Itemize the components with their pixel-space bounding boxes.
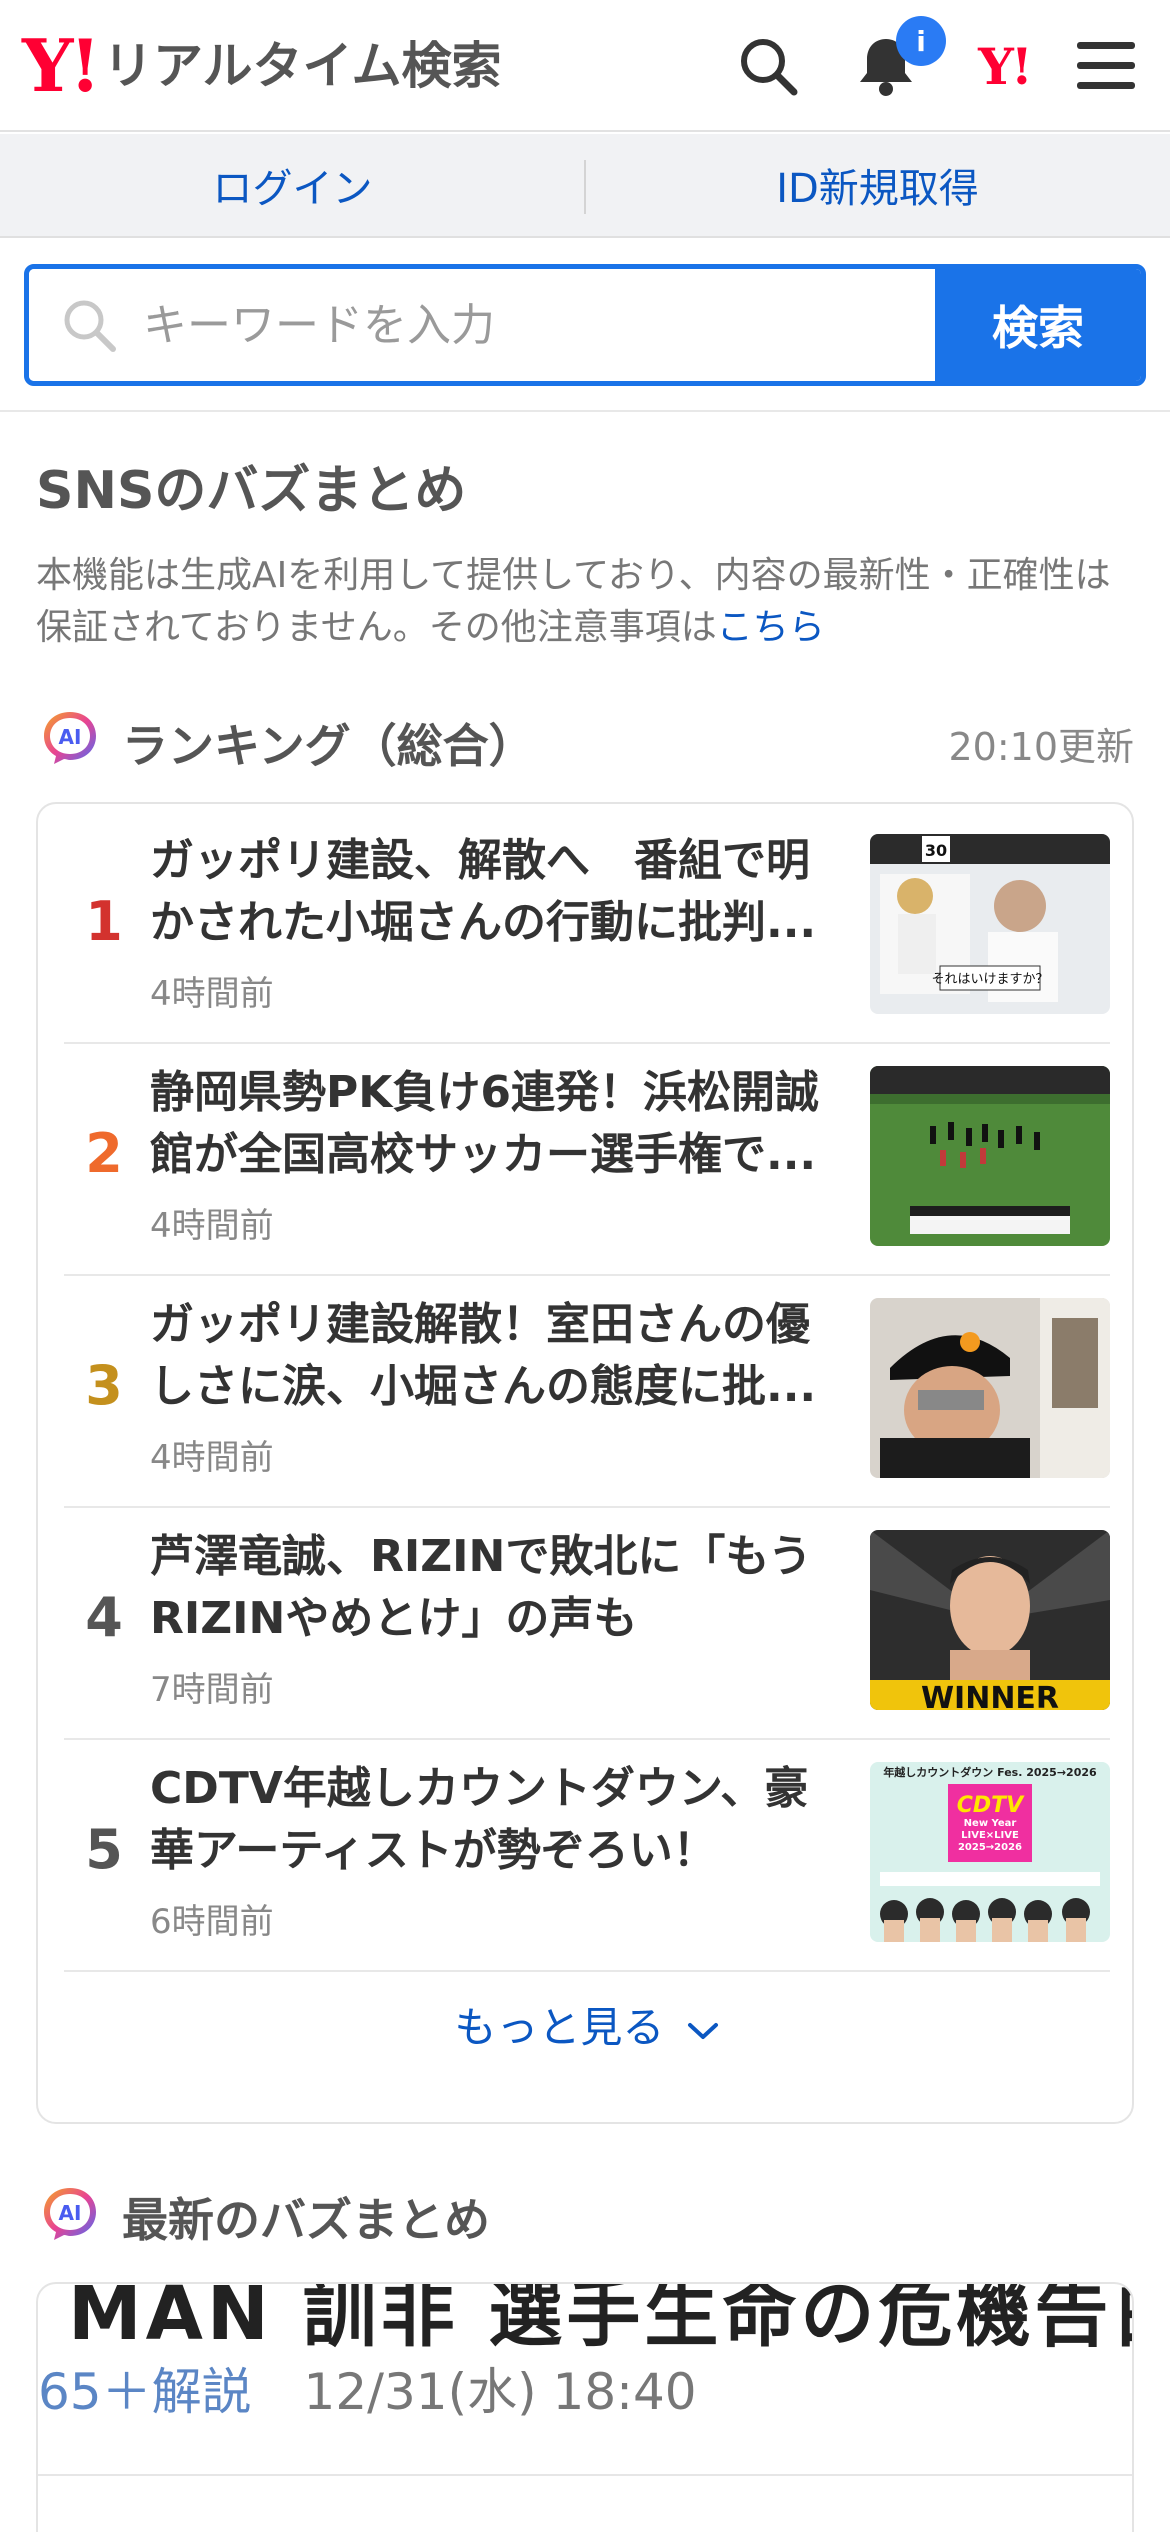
disclaimer-link[interactable]: こちら bbox=[717, 607, 825, 648]
ranking-item-4[interactable]: 4 芦澤竜誠、RIZINで敗北に「もうRIZINやめとけ」の声も 7時間前 WI… bbox=[64, 1508, 1110, 1740]
ranking-title: ランキング（総合） bbox=[122, 719, 535, 773]
ranking-item-thumbnail: WINNER bbox=[870, 1530, 1110, 1710]
ranking-item-title: 芦澤竜誠、RIZINで敗北に「もうRIZINやめとけ」の声も bbox=[150, 1531, 813, 1644]
login-bar: ログイン ID新規取得 bbox=[0, 134, 1170, 238]
latest-card-headline: MAN 訓非 選手生命の危機告白 bbox=[68, 2282, 1134, 2357]
ranking-item-1[interactable]: 1 ガッポリ建設、解散へ 番組で明かされた小堀さんの行動に批判... 4時間前 … bbox=[64, 812, 1110, 1044]
login-divider bbox=[584, 160, 586, 214]
logo-title: リアルタイム検索 bbox=[103, 37, 502, 95]
rank-number: 2 bbox=[85, 1122, 123, 1185]
thumb-caption: それはいけますか？ bbox=[931, 972, 1048, 987]
thumb-badge: 30 bbox=[925, 841, 947, 860]
ranking-item-thumbnail: 30 それはいけますか？ bbox=[870, 834, 1110, 1014]
latest-buzz-title: 最新のバズまとめ bbox=[122, 2193, 490, 2247]
search-field-icon bbox=[64, 300, 116, 352]
thumb-cdtv-sub: New Year LIVE×LIVE 2025→2026 bbox=[957, 1818, 1023, 1853]
ranking-item-2[interactable]: 2 静岡県勢PK負け6連発！浜松開誠館が全国高校サッカー選手権で... 4時間前 bbox=[64, 1044, 1110, 1276]
ranking-item-3[interactable]: 3 ガッポリ建設解散！室田さんの優しさに涙、小堀さんの態度に批... 4時間前 bbox=[64, 1276, 1110, 1508]
yahoo-id-icon[interactable]: Y! bbox=[968, 30, 1040, 102]
more-label: もっと見る bbox=[454, 2003, 665, 2052]
thumb-cdtv-logo: CDTV bbox=[957, 1793, 1025, 1818]
ranking-item-time: 7時間前 bbox=[150, 1670, 274, 1710]
latest-buzz-card[interactable]: MAN 訓非 選手生命の危機告白 65＋解説 12/31(水) 18:40 bbox=[36, 2282, 1134, 2532]
yahoo-logo-mark: Y! bbox=[22, 23, 101, 108]
search-field[interactable] bbox=[29, 269, 935, 381]
yahoo-mark: Y! bbox=[978, 36, 1033, 96]
latest-card-date: 12/31(水) 18:40 bbox=[303, 2363, 697, 2421]
more-button[interactable]: もっと見る bbox=[38, 1994, 1136, 2055]
menu-icon[interactable] bbox=[1070, 30, 1142, 102]
thumb-winner-text: WINNER bbox=[921, 1681, 1059, 1710]
yahoo-realtime-logo[interactable]: Y! リアルタイム検索 bbox=[22, 28, 502, 104]
rank-number: 3 bbox=[85, 1354, 123, 1417]
login-link[interactable]: ログイン bbox=[0, 134, 585, 236]
sns-disclaimer: 本機能は生成AIを利用して提供しており、内容の最新性・正確性は保証されておりませ… bbox=[36, 550, 1146, 654]
notification-badge[interactable]: i bbox=[896, 16, 946, 66]
ai-icon-label: AI bbox=[59, 2201, 82, 2225]
ranking-item-time: 4時間前 bbox=[150, 1206, 274, 1246]
ranking-item-thumbnail bbox=[870, 1066, 1110, 1246]
search-input[interactable] bbox=[143, 299, 843, 351]
app-header: Y! リアルタイム検索 i Y! bbox=[0, 0, 1170, 132]
search-bar: 検索 bbox=[24, 264, 1146, 386]
ranking-item-time: 4時間前 bbox=[150, 1438, 274, 1478]
ranking-item-time: 6時間前 bbox=[150, 1902, 274, 1942]
ranking-item-thumbnail bbox=[870, 1298, 1110, 1478]
chevron-down-icon bbox=[687, 2022, 718, 2039]
ranking-item-title: 静岡県勢PK負け6連発！浜松開誠館が全国高校サッカー選手権で... bbox=[150, 1067, 819, 1180]
rank-number: 1 bbox=[85, 890, 123, 953]
ranking-updated-time: 20:10更新 bbox=[948, 725, 1134, 769]
ai-icon: AI bbox=[44, 2188, 96, 2240]
latest-card-meta: 65＋解説 12/31(水) 18:40 bbox=[38, 2352, 697, 2424]
ranking-item-thumbnail: 年越しカウントダウン Fes. 2025→2026 CDTV New Year … bbox=[870, 1762, 1110, 1942]
ai-icon-label: AI bbox=[59, 725, 82, 749]
rank-number: 4 bbox=[85, 1586, 123, 1649]
ranking-item-title: ガッポリ建設解散！室田さんの優しさに涙、小堀さんの態度に批... bbox=[150, 1299, 817, 1412]
sns-buzz-title: SNSのバズまとめ bbox=[36, 461, 467, 521]
section-divider bbox=[0, 410, 1170, 412]
ranking-item-title: ガッポリ建設、解散へ 番組で明かされた小堀さんの行動に批判... bbox=[150, 835, 817, 948]
ranking-item-5[interactable]: 5 CDTV年越しカウントダウン、豪華アーティストが勢ぞろい！ 6時間前 年越し… bbox=[64, 1740, 1110, 1972]
latest-card-count: 65＋解説 bbox=[38, 2363, 252, 2421]
register-link[interactable]: ID新規取得 bbox=[585, 134, 1170, 236]
ranking-card: 1 ガッポリ建設、解散へ 番組で明かされた小堀さんの行動に批判... 4時間前 … bbox=[36, 802, 1134, 2124]
ai-icon: AI bbox=[44, 712, 96, 764]
card-divider bbox=[38, 2474, 1132, 2476]
ranking-item-time: 4時間前 bbox=[150, 974, 274, 1014]
disclaimer-text: 本機能は生成AIを利用して提供しており、内容の最新性・正確性は保証されておりませ… bbox=[36, 555, 1111, 648]
rank-number: 5 bbox=[85, 1818, 123, 1881]
search-icon[interactable] bbox=[732, 30, 804, 102]
ranking-item-title: CDTV年越しカウントダウン、豪華アーティストが勢ぞろい！ bbox=[150, 1763, 809, 1876]
thumb-top-text: 年越しカウントダウン Fes. 2025→2026 bbox=[883, 1765, 1097, 1779]
search-button[interactable]: 検索 bbox=[935, 269, 1141, 381]
